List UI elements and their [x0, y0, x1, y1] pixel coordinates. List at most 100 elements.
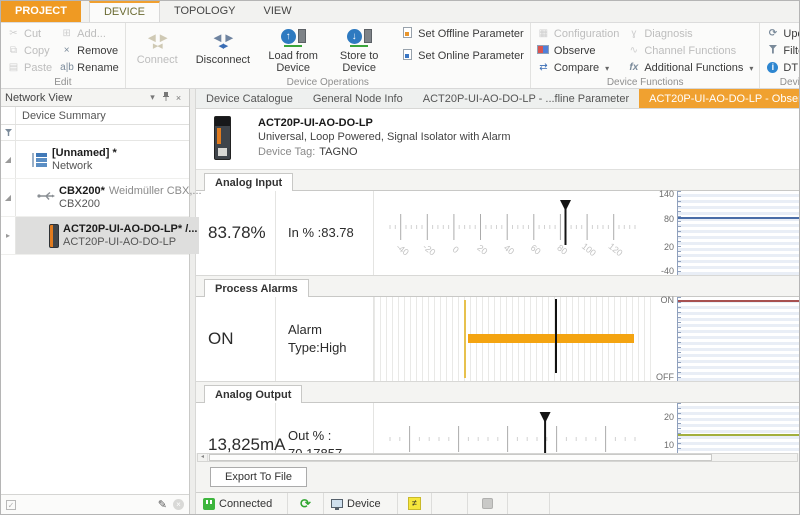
- tree-item-sub: CBX200: [59, 198, 202, 211]
- doc-tab-general-node-info[interactable]: General Node Info: [303, 89, 413, 108]
- cut-icon: ✂: [7, 28, 20, 40]
- panel-close-icon[interactable]: ×: [172, 93, 185, 103]
- scroll-left-icon[interactable]: ◂: [198, 454, 208, 461]
- additional-functions-icon: fx: [627, 62, 640, 74]
- horizontal-scrollbar[interactable]: ◂: [197, 453, 798, 462]
- expander-icon[interactable]: ◢: [1, 141, 16, 178]
- set-online-parameter-icon: [403, 49, 412, 60]
- ribbon-group-device-functions: ▦Configuration Observe ⇄Compare▾ ɣDiagno…: [531, 23, 761, 88]
- section-tab-process-alarms[interactable]: Process Alarms: [204, 279, 309, 297]
- panel-menu-icon[interactable]: ▾: [146, 92, 159, 103]
- analog-output-gauge: 05101520: [374, 403, 651, 453]
- checkbox-icon[interactable]: ✓: [6, 500, 16, 510]
- tree-item-act20p[interactable]: ▸ ACT20P-UI-AO-DO-LP* /... ACT20P-UI-AO-…: [1, 217, 189, 255]
- status-bar: Connected ⟳ Device ≠: [196, 492, 799, 514]
- rename-button[interactable]: a|bRename: [60, 61, 119, 75]
- analog-output-detail: Out % : 70.17857: [276, 403, 374, 453]
- tree-item-cbx200[interactable]: ◢ CBX200*Weidmüller CBX,... CBX200: [1, 179, 189, 217]
- load-from-device-button[interactable]: ↑ Load from Device: [263, 25, 323, 76]
- additional-functions-button[interactable]: fxAdditional Functions▾: [627, 61, 753, 75]
- observe-icon: [537, 45, 549, 54]
- svg-text:40: 40: [502, 243, 516, 257]
- dtm-info-button[interactable]: iDTM Info: [766, 61, 800, 75]
- doc-tab-observe[interactable]: ACT20P-UI-AO-DO-LP - Observe ×: [639, 89, 800, 108]
- set-offline-parameter-button[interactable]: Set Offline Parameter: [401, 27, 524, 41]
- pin-icon[interactable]: [159, 92, 172, 103]
- tab-view[interactable]: VIEW: [249, 1, 305, 22]
- expander-icon[interactable]: ◢: [1, 179, 16, 216]
- tree-item-sub: Network: [52, 160, 117, 173]
- rename-icon: a|b: [60, 62, 73, 74]
- ribbon: ✂Cut ⧉Copy ▤Paste ⊞Add... ×Remove a|bRen…: [1, 23, 799, 89]
- doc-tab-offline-parameter[interactable]: ACT20P-UI-AO-DO-LP - ...fline Parameter: [413, 89, 639, 108]
- tab-project[interactable]: PROJECT: [1, 1, 81, 22]
- ribbon-group-device-catalogue: ⟳Update Catalogue Filter on Allowed iDTM…: [760, 23, 800, 88]
- process-alarm-type: Alarm Type:High: [276, 297, 374, 381]
- connect-button[interactable]: ◄►▶◀ Connect: [132, 25, 183, 76]
- ribbon-group-label-edit: Edit: [1, 77, 125, 88]
- disconnect-button[interactable]: ◄►◀▶ Disconnect: [191, 25, 255, 76]
- svg-text:80: 80: [555, 243, 569, 257]
- filter-on-allowed-button[interactable]: Filter on Allowed: [766, 44, 800, 58]
- paste-button[interactable]: ▤Paste: [7, 61, 52, 75]
- copy-button[interactable]: ⧉Copy: [7, 44, 52, 58]
- add-button[interactable]: ⊞Add...: [60, 27, 119, 41]
- section-tab-analog-output[interactable]: Analog Output: [204, 385, 302, 403]
- copy-icon: ⧉: [7, 45, 20, 57]
- compare-dropdown-icon: ▾: [605, 64, 609, 73]
- store-to-device-button[interactable]: ↓ Store to Device: [331, 25, 387, 76]
- analog-input-trend-chart: 1408020-40: [651, 191, 799, 275]
- update-catalogue-button[interactable]: ⟳Update Catalogue: [766, 27, 800, 41]
- remove-button[interactable]: ×Remove: [60, 44, 119, 58]
- network-view-panel: Network View ▾ × Device Summary ◢ [: [1, 89, 190, 514]
- ribbon-group-edit: ✂Cut ⧉Copy ▤Paste ⊞Add... ×Remove a|bRen…: [1, 23, 126, 88]
- expander-icon[interactable]: ▸: [1, 217, 16, 254]
- load-from-device-icon: ↑: [281, 29, 306, 47]
- svg-text:0: 0: [451, 244, 461, 255]
- export-to-file-button[interactable]: Export To File: [210, 467, 307, 487]
- edit-pencil-icon[interactable]: ✎: [158, 498, 167, 511]
- section-process-alarms: Process Alarms ON Alarm Type:High ONOFF: [196, 278, 799, 382]
- device-summary-header: Device Summary: [16, 110, 106, 122]
- add-icon: ⊞: [60, 28, 73, 40]
- update-catalogue-icon: ⟳: [766, 28, 779, 40]
- doc-tab-device-catalogue[interactable]: Device Catalogue: [196, 89, 303, 108]
- observe-button[interactable]: Observe: [537, 44, 619, 58]
- tree-filter-icon: [4, 129, 11, 136]
- document-tab-bar: Device Catalogue General Node Info ACT20…: [196, 89, 799, 109]
- device-header: ACT20P-UI-AO-DO-LP Universal, Loop Power…: [196, 109, 799, 170]
- svg-text:20: 20: [475, 243, 489, 257]
- connected-icon: [203, 498, 215, 510]
- process-alarm-trend-chart: ONOFF: [651, 297, 799, 381]
- clear-icon[interactable]: ×: [173, 499, 184, 510]
- tree-item-network[interactable]: ◢ [Unnamed] * Network: [1, 141, 189, 179]
- ribbon-group-device-operations: ◄►▶◀ Connect ◄►◀▶ Disconnect ↑ Load from…: [126, 23, 531, 88]
- set-online-parameter-button[interactable]: Set Online Parameter: [401, 49, 524, 63]
- tab-topology[interactable]: TOPOLOGY: [160, 1, 250, 22]
- disconnect-icon: ◄►◀▶: [211, 32, 235, 49]
- tree-item-sub: ACT20P-UI-AO-DO-LP: [63, 236, 197, 249]
- cut-button[interactable]: ✂Cut: [7, 27, 52, 41]
- scrollbar-thumb[interactable]: [209, 454, 712, 461]
- device-title: ACT20P-UI-AO-DO-LP: [258, 117, 373, 129]
- ribbon-group-label-device-catalogue: Device Catalogue: [760, 77, 800, 88]
- set-offline-parameter-icon: [403, 27, 412, 38]
- network-icon: [30, 152, 48, 168]
- analog-output-value: 13,825mA: [196, 403, 276, 453]
- device-monitor-icon: [331, 499, 343, 508]
- not-equal-icon: ≠: [408, 497, 421, 510]
- analog-output-trend-chart: 2010: [651, 403, 799, 453]
- configuration-button[interactable]: ▦Configuration: [537, 27, 619, 41]
- info-icon: i: [767, 62, 778, 73]
- compare-button[interactable]: ⇄Compare▾: [537, 61, 619, 75]
- section-tab-analog-input[interactable]: Analog Input: [204, 173, 293, 191]
- channel-functions-button[interactable]: ∿Channel Functions: [627, 44, 753, 58]
- diagnosis-button[interactable]: ɣDiagnosis: [627, 27, 753, 41]
- section-analog-input: Analog Input 83.78% In % :83.78 -40-2002…: [196, 172, 799, 276]
- refresh-status: ⟳: [288, 493, 324, 514]
- svg-text:-40: -40: [394, 242, 410, 258]
- section-analog-output: Analog Output 13,825mA Out % : 70.17857 …: [196, 384, 799, 453]
- tab-device[interactable]: DEVICE: [89, 1, 160, 22]
- refresh-icon: ⟳: [300, 496, 311, 512]
- tree-filter-row[interactable]: [1, 125, 189, 141]
